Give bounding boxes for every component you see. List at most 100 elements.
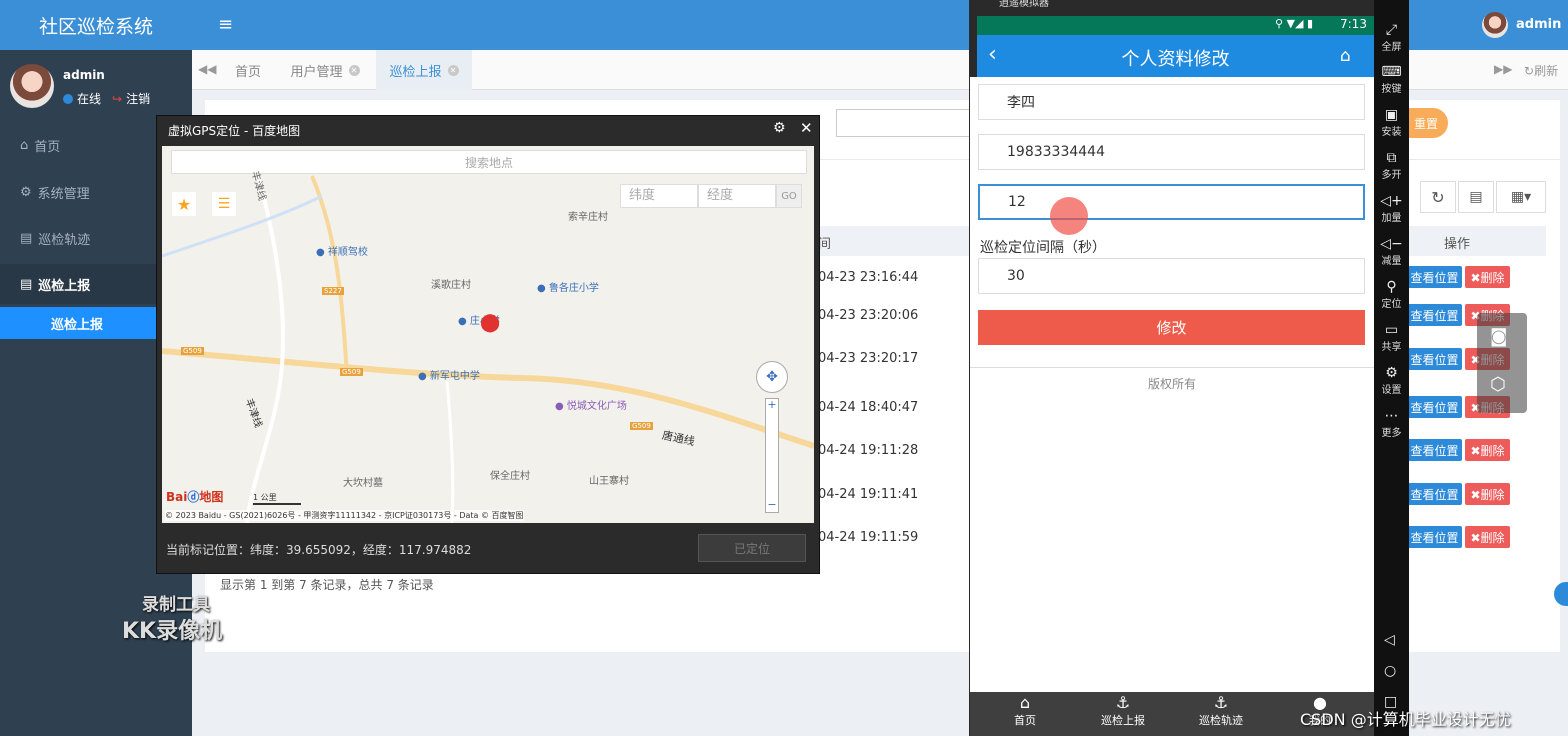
favorite-star-icon[interactable]: ★ <box>172 192 196 216</box>
view-location-button[interactable]: 查看位置 <box>1407 483 1462 505</box>
app-tab-track[interactable]: ⚓ 巡检轨迹 <box>1195 693 1247 728</box>
more-button[interactable]: ⋯ 更多 <box>1375 408 1408 439</box>
map-scale: 1 公里 <box>253 492 301 505</box>
op-header: 操作 <box>1444 237 1471 252</box>
delete-button[interactable]: ✖删除 <box>1465 526 1510 548</box>
view-location-button[interactable]: 查看位置 <box>1407 348 1462 370</box>
hamburger-icon[interactable]: ≡ <box>218 14 233 35</box>
name-field[interactable]: 李四 <box>978 84 1365 120</box>
install-button[interactable]: ▣ 安装 <box>1375 107 1408 138</box>
location-button[interactable]: ⚲ 定位 <box>1375 279 1408 310</box>
map-poi: ● 新军屯中学 <box>418 371 480 382</box>
tool-label: 多开 <box>1381 170 1402 181</box>
tool-label: 安装 <box>1381 127 1402 138</box>
submit-button[interactable]: 修改 <box>978 310 1365 345</box>
tab-scroll-left-icon[interactable]: ◀◀ <box>198 62 216 76</box>
gps-status: 当前标记位置：纬度：39.655092，经度：117.974882 <box>166 543 472 557</box>
map-poi: ● 悦城文化广场 <box>555 401 627 412</box>
settings-button[interactable]: ⚙ 设置 <box>1375 365 1408 396</box>
view-location-button[interactable]: 查看位置 <box>1407 439 1462 461</box>
tool-label: 设置 <box>1381 385 1402 396</box>
tab-user-management[interactable]: 用户管理 ✕ <box>282 50 368 90</box>
gear-icon[interactable]: ⚙ <box>773 120 786 136</box>
volume-up-icon: ◁+ <box>1380 193 1403 209</box>
table-summary: 显示第 1 到第 7 条记录，总共 7 条记录 <box>220 578 434 592</box>
pan-control-icon[interactable]: ✥ <box>756 361 788 393</box>
located-button[interactable]: 已定位 <box>698 534 806 562</box>
refresh-tab-button[interactable]: ↻刷新 <box>1524 62 1558 79</box>
toggle-view-icon[interactable]: ▤ <box>1458 181 1494 213</box>
delete-button[interactable]: ✖删除 <box>1465 483 1510 505</box>
view-location-button[interactable]: 查看位置 <box>1407 526 1462 548</box>
online-status: 在线 <box>63 90 101 107</box>
interval-field[interactable]: 30 <box>978 258 1365 294</box>
chevron-right-icon[interactable]: › <box>1540 345 1550 375</box>
table-row-time: 04-23 23:20:17 <box>818 351 919 366</box>
tab-home[interactable]: 首页 <box>222 50 274 90</box>
close-icon[interactable]: ✕ <box>348 64 360 76</box>
settings-icon[interactable]: ⬡ <box>1490 374 1506 395</box>
zoom-in-icon[interactable]: + <box>765 398 779 412</box>
volume-down-button[interactable]: ◁− 减量 <box>1375 236 1408 267</box>
delete-button[interactable]: ✖删除 <box>1465 266 1510 288</box>
refresh-icon[interactable]: ↻ <box>1420 181 1456 213</box>
map-label: 溪歌庄村 <box>431 280 471 291</box>
columns-icon[interactable]: ▦▾ <box>1496 181 1546 213</box>
android-home-icon[interactable]: ○ <box>1384 663 1396 679</box>
header-avatar[interactable] <box>1482 12 1508 38</box>
android-back-icon[interactable]: ◁ <box>1384 632 1395 648</box>
zoom-slider[interactable] <box>765 398 779 513</box>
logout-link[interactable]: ↪ 注销 <box>112 90 150 107</box>
phone-field[interactable]: 19833334444 <box>978 134 1365 170</box>
signal-icon: ⚲ ▼◢ ▮ <box>1275 17 1314 30</box>
search-input[interactable] <box>836 109 976 137</box>
view-location-button[interactable]: 查看位置 <box>1407 304 1462 326</box>
keymap-button[interactable]: ⌨ 按键 <box>1375 64 1408 95</box>
map-search-input[interactable]: 搜索地点 <box>171 150 807 174</box>
camera-icon[interactable]: ◙ <box>1490 326 1507 347</box>
app-tab-report[interactable]: ⚓ 巡检上报 <box>1097 693 1149 728</box>
header-username[interactable]: admin <box>1516 17 1561 32</box>
multi-button[interactable]: ⧉ 多开 <box>1375 150 1408 181</box>
age-field[interactable]: 12 <box>978 184 1365 220</box>
online-dot-icon <box>63 93 73 104</box>
road-shield: G509 <box>340 368 363 376</box>
logout-icon: ↪ <box>112 91 123 106</box>
book-icon: ▤ <box>20 276 33 292</box>
volume-up-button[interactable]: ◁+ 加量 <box>1375 193 1408 224</box>
map-label: 索辛庄村 <box>568 212 608 223</box>
delete-button[interactable]: ✖删除 <box>1465 439 1510 461</box>
apk-icon: ▣ <box>1384 107 1399 123</box>
home-icon[interactable]: ⌂ <box>1340 46 1351 66</box>
location-marker-icon[interactable]: ⬤ <box>480 312 500 333</box>
zoom-out-icon[interactable]: − <box>765 498 779 512</box>
view-location-button[interactable]: 查看位置 <box>1407 396 1462 418</box>
app-title: 社区巡检系统 <box>0 0 192 50</box>
map-poi: ● 鲁各庄小学 <box>537 283 599 294</box>
online-label: 在线 <box>77 92 102 106</box>
close-icon[interactable]: ✕ <box>447 64 459 76</box>
fullscreen-button[interactable]: ⤢ 全屏 <box>1375 22 1408 53</box>
close-icon[interactable]: ✕ <box>800 119 813 137</box>
tab-scroll-right-icon[interactable]: ▶▶ <box>1494 62 1512 76</box>
tab-report[interactable]: 巡检上报 ✕ <box>376 50 472 90</box>
folder-icon: ▭ <box>1384 322 1399 338</box>
go-button[interactable]: GO <box>776 184 802 208</box>
copyright-text: 版权所有 <box>1147 377 1196 391</box>
reset-button[interactable]: 重置 <box>1404 108 1448 138</box>
latitude-input[interactable]: 纬度 <box>620 184 698 208</box>
share-button[interactable]: ▭ 共享 <box>1375 322 1408 353</box>
view-location-button[interactable]: 查看位置 <box>1407 266 1462 288</box>
home-icon: ⌂ <box>20 137 29 153</box>
sidebar-subitem-report[interactable]: 巡检上报 <box>0 307 156 339</box>
watermark-line2: KK录像机 <box>122 619 223 644</box>
longitude-input[interactable]: 经度 <box>698 184 776 208</box>
keyboard-icon: ⌨ <box>1381 64 1402 80</box>
more-icon: ⋯ <box>1384 408 1399 424</box>
logout-label: 注销 <box>126 92 151 106</box>
tab-label: 用户管理 <box>290 64 343 80</box>
list-icon[interactable]: ☰ <box>212 192 236 216</box>
book-icon: ▤ <box>20 230 33 246</box>
sidebar-username: admin <box>63 68 105 82</box>
app-tab-home[interactable]: ⌂ 首页 <box>1005 693 1045 728</box>
